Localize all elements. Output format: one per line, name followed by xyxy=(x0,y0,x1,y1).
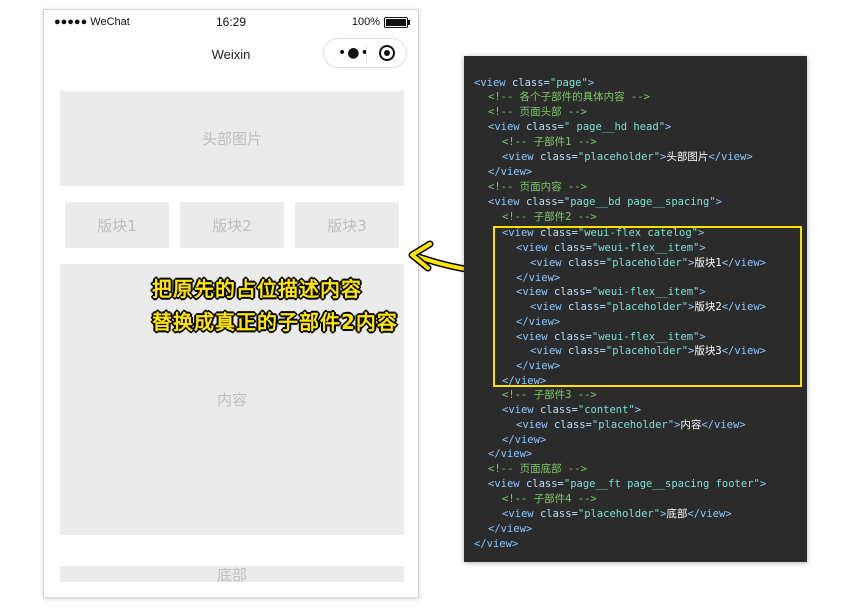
code-line: <view class="content"> xyxy=(502,404,642,416)
code-line: <view class="placeholder">内容</view> xyxy=(516,419,746,431)
capsule-divider xyxy=(366,46,367,62)
head-image-placeholder: 头部图片 xyxy=(60,91,404,186)
code-line: </view> xyxy=(488,448,533,460)
block-2-placeholder: 版块2 xyxy=(180,202,284,248)
code-line: <view class="page__bd page__spacing"> xyxy=(488,196,722,208)
code-line: <view class="page"> xyxy=(474,77,595,89)
code-line: </view> xyxy=(488,523,533,535)
code-line: <view class="page__ft page__spacing foot… xyxy=(488,478,767,490)
battery-icon xyxy=(384,16,410,28)
phone-preview: ●●●●● WeChat 16:29 100% Weixin •●• 头部图片 … xyxy=(43,9,419,598)
battery-percent: 100% xyxy=(351,16,380,28)
record-target-icon[interactable] xyxy=(379,45,395,61)
code-line: <view class="placeholder">头部图片</view> xyxy=(502,151,753,163)
footer-placeholder: 底部 xyxy=(60,566,404,582)
code-comment: <!-- 页面底部 --> xyxy=(488,463,587,475)
code-comment: <!-- 子部件4 --> xyxy=(502,493,597,505)
code-comment: <!-- 页面内容 --> xyxy=(488,181,587,193)
code-comment: <!-- 各个子部件的具体内容 --> xyxy=(488,91,650,103)
code-comment: <!-- 子部件3 --> xyxy=(502,389,597,401)
code-line: </view> xyxy=(502,434,547,446)
block-1-placeholder: 版块1 xyxy=(65,202,169,248)
block-3-placeholder: 版块3 xyxy=(295,202,399,248)
menu-capsule[interactable]: •●• xyxy=(323,38,407,68)
code-line: <view class=" page__hd head"> xyxy=(488,121,672,133)
battery-status: 100% xyxy=(351,16,410,28)
annotation-line-1: 把原先的占位描述内容 xyxy=(152,277,362,301)
code-line: </view> xyxy=(474,538,519,550)
code-line: </view> xyxy=(488,166,533,178)
code-line: <view class="placeholder">底部</view> xyxy=(502,508,732,520)
annotation-line-2: 替换成真正的子部件2内容 xyxy=(152,310,398,334)
more-dots-icon[interactable]: •●• xyxy=(338,46,370,60)
code-comment: <!-- 子部件1 --> xyxy=(502,136,597,148)
code-comment: <!-- 页面头部 --> xyxy=(488,106,587,118)
highlight-box xyxy=(493,226,802,387)
code-comment: <!-- 子部件2 --> xyxy=(502,211,597,223)
content-placeholder: 内容 xyxy=(60,264,404,535)
status-bar: ●●●●● WeChat 16:29 100% xyxy=(44,10,418,36)
